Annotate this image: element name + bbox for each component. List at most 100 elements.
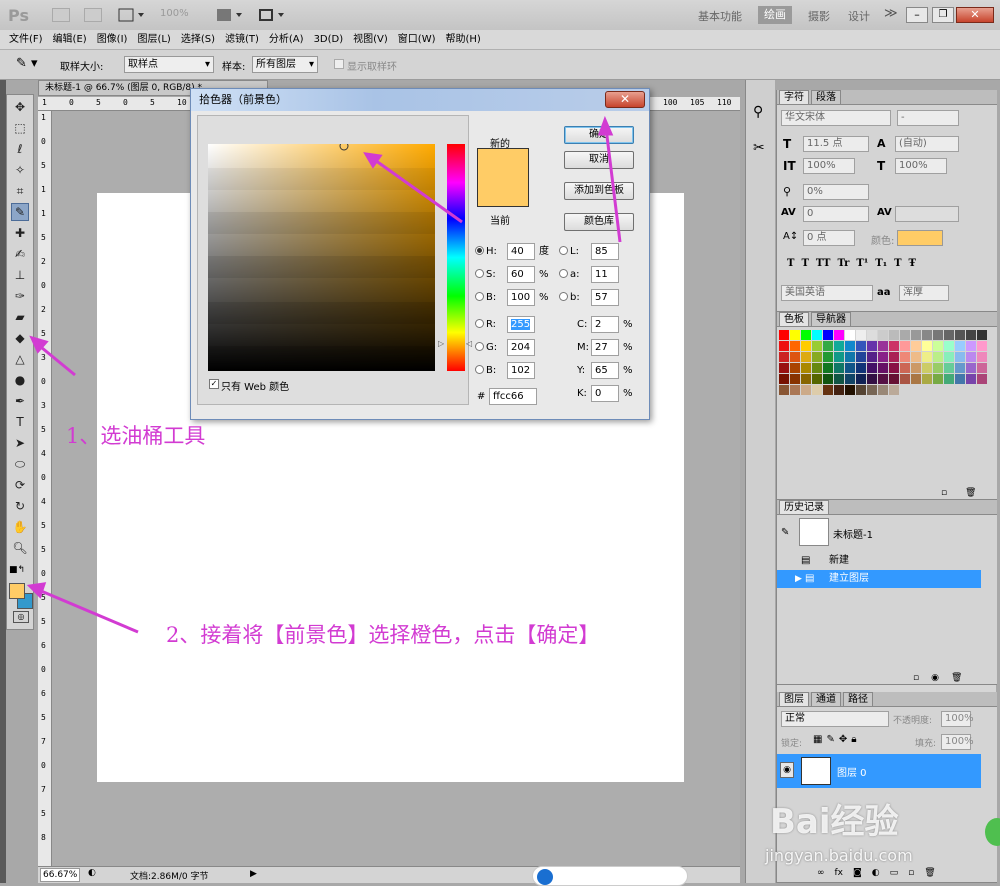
menu-edit[interactable]: 编辑(E) <box>48 30 92 49</box>
underline-button[interactable]: T <box>894 258 901 269</box>
menu-select[interactable]: 选择(S) <box>176 30 220 49</box>
swatch[interactable] <box>867 330 877 340</box>
swatch[interactable] <box>812 374 822 384</box>
swatch[interactable] <box>889 352 899 362</box>
bright-radio-button[interactable] <box>475 292 484 301</box>
vertical-scale-field[interactable]: 100% <box>803 158 855 174</box>
history-brush-source-icon[interactable]: ✎ <box>781 527 789 538</box>
swatch[interactable] <box>889 374 899 384</box>
swatch[interactable] <box>790 363 800 373</box>
stamp-tool-icon[interactable]: ⊥ <box>11 266 29 284</box>
h-radio[interactable]: H: <box>475 243 497 261</box>
snapshot-name[interactable]: 未标题-1 <box>833 526 873 541</box>
brush-panel-icon[interactable]: ⚲ <box>753 104 763 120</box>
swatch[interactable] <box>845 385 855 395</box>
swatch[interactable] <box>955 341 965 351</box>
swatch[interactable] <box>955 352 965 362</box>
quick-select-tool-icon[interactable]: ✧ <box>11 161 29 179</box>
snapshot-thumbnail[interactable] <box>799 518 829 546</box>
swatch[interactable] <box>867 385 877 395</box>
new-layer-icon[interactable]: ▫ <box>908 868 914 878</box>
hue-slider-right-arrow-icon[interactable]: ◁ <box>466 339 472 348</box>
pen-tool-icon[interactable]: ✒ <box>11 392 29 410</box>
swatch[interactable] <box>878 352 888 362</box>
h-input[interactable]: 40 <box>507 243 535 260</box>
tsume-field[interactable]: 0% <box>803 184 869 200</box>
swatch[interactable] <box>834 352 844 362</box>
default-colors-icon[interactable]: ■↰ <box>9 565 25 575</box>
swatch[interactable] <box>856 352 866 362</box>
hex-input[interactable]: ffcc66 <box>489 388 537 405</box>
mini-bridge-icon[interactable] <box>84 8 102 22</box>
link-layers-icon[interactable]: ∞ <box>817 868 825 878</box>
swatch[interactable] <box>823 330 833 340</box>
eyedropper-tool-icon[interactable]: ✎ <box>11 203 29 221</box>
m-input[interactable]: 27 <box>591 339 619 356</box>
swatch[interactable] <box>823 363 833 373</box>
lock-transparent-icon[interactable]: ▦ <box>813 734 822 745</box>
kerning-field[interactable]: 0 <box>803 206 869 222</box>
swatch[interactable] <box>944 341 954 351</box>
sample-select[interactable]: 所有图层 ▾ <box>252 56 318 73</box>
zoom-level[interactable]: 100% <box>160 8 189 19</box>
subscript-button[interactable]: T₁ <box>875 258 887 269</box>
sample-size-select[interactable]: 取样点 ▾ <box>124 56 214 73</box>
swatch[interactable] <box>889 385 899 395</box>
zoom-tool-icon[interactable]: 🔍︎ <box>11 539 29 557</box>
swatch[interactable] <box>779 374 789 384</box>
swatch[interactable] <box>779 341 789 351</box>
path-select-tool-icon[interactable]: ➤ <box>11 434 29 452</box>
superscript-button[interactable]: T¹ <box>856 258 868 269</box>
blue-input[interactable]: 102 <box>507 362 535 379</box>
arrange-documents-icon[interactable] <box>216 8 244 22</box>
swatch[interactable] <box>812 363 822 373</box>
g-radio-button[interactable] <box>475 342 484 351</box>
leading-field[interactable]: (自动) <box>895 136 959 152</box>
swatch[interactable] <box>911 330 921 340</box>
swatch[interactable] <box>900 341 910 351</box>
show-ring-checkbox[interactable] <box>334 59 344 69</box>
blend-mode-select[interactable]: 正常 <box>781 711 889 727</box>
tab-character[interactable]: 字符 <box>779 90 809 104</box>
swatch[interactable] <box>922 363 932 373</box>
restore-icon[interactable]: ❐ <box>932 7 954 23</box>
menu-help[interactable]: 帮助(H) <box>441 30 486 49</box>
view-extras-icon[interactable] <box>118 8 146 22</box>
swatch[interactable] <box>779 363 789 373</box>
crop-tool-icon[interactable]: ⌗ <box>11 182 29 200</box>
workspace-painting[interactable]: 绘画 <box>758 6 792 24</box>
swatch[interactable] <box>878 374 888 384</box>
swatch[interactable] <box>911 374 921 384</box>
swatch[interactable] <box>944 374 954 384</box>
swatch[interactable] <box>900 330 910 340</box>
tab-paths[interactable]: 路径 <box>843 692 873 706</box>
swatch[interactable] <box>878 341 888 351</box>
swatch[interactable] <box>889 363 899 373</box>
swatch[interactable] <box>845 374 855 384</box>
swatch[interactable] <box>801 352 811 362</box>
new-swatch-icon[interactable]: ▫ <box>941 488 947 498</box>
r-radio-button[interactable] <box>475 319 484 328</box>
swatch[interactable] <box>955 363 965 373</box>
blur-tool-icon[interactable]: △ <box>11 350 29 368</box>
lock-all-icon[interactable]: 🔒︎ <box>851 734 856 745</box>
delete-state-icon[interactable]: 🗑︎ <box>951 673 962 683</box>
menu-window[interactable]: 窗口(W) <box>393 30 441 49</box>
c-input[interactable]: 2 <box>591 316 619 333</box>
ok-button[interactable]: 确定 <box>564 126 634 144</box>
clone-source-icon[interactable]: ✂ <box>753 140 765 156</box>
swatch[interactable] <box>922 374 932 384</box>
swatch[interactable] <box>845 363 855 373</box>
dodge-tool-icon[interactable]: ● <box>11 371 29 389</box>
dialog-close-icon[interactable]: ✕ <box>605 91 645 108</box>
brush-tool-icon[interactable]: ✍ <box>11 245 29 263</box>
swatch[interactable] <box>801 363 811 373</box>
color-field[interactable] <box>208 144 435 371</box>
tab-paragraph[interactable]: 段落 <box>811 90 841 104</box>
swatch[interactable] <box>801 374 811 384</box>
swatch[interactable] <box>944 352 954 362</box>
swatch[interactable] <box>922 330 932 340</box>
swatch[interactable] <box>823 341 833 351</box>
swatch[interactable] <box>867 374 877 384</box>
workspace-photography[interactable]: 摄影 <box>808 8 830 24</box>
